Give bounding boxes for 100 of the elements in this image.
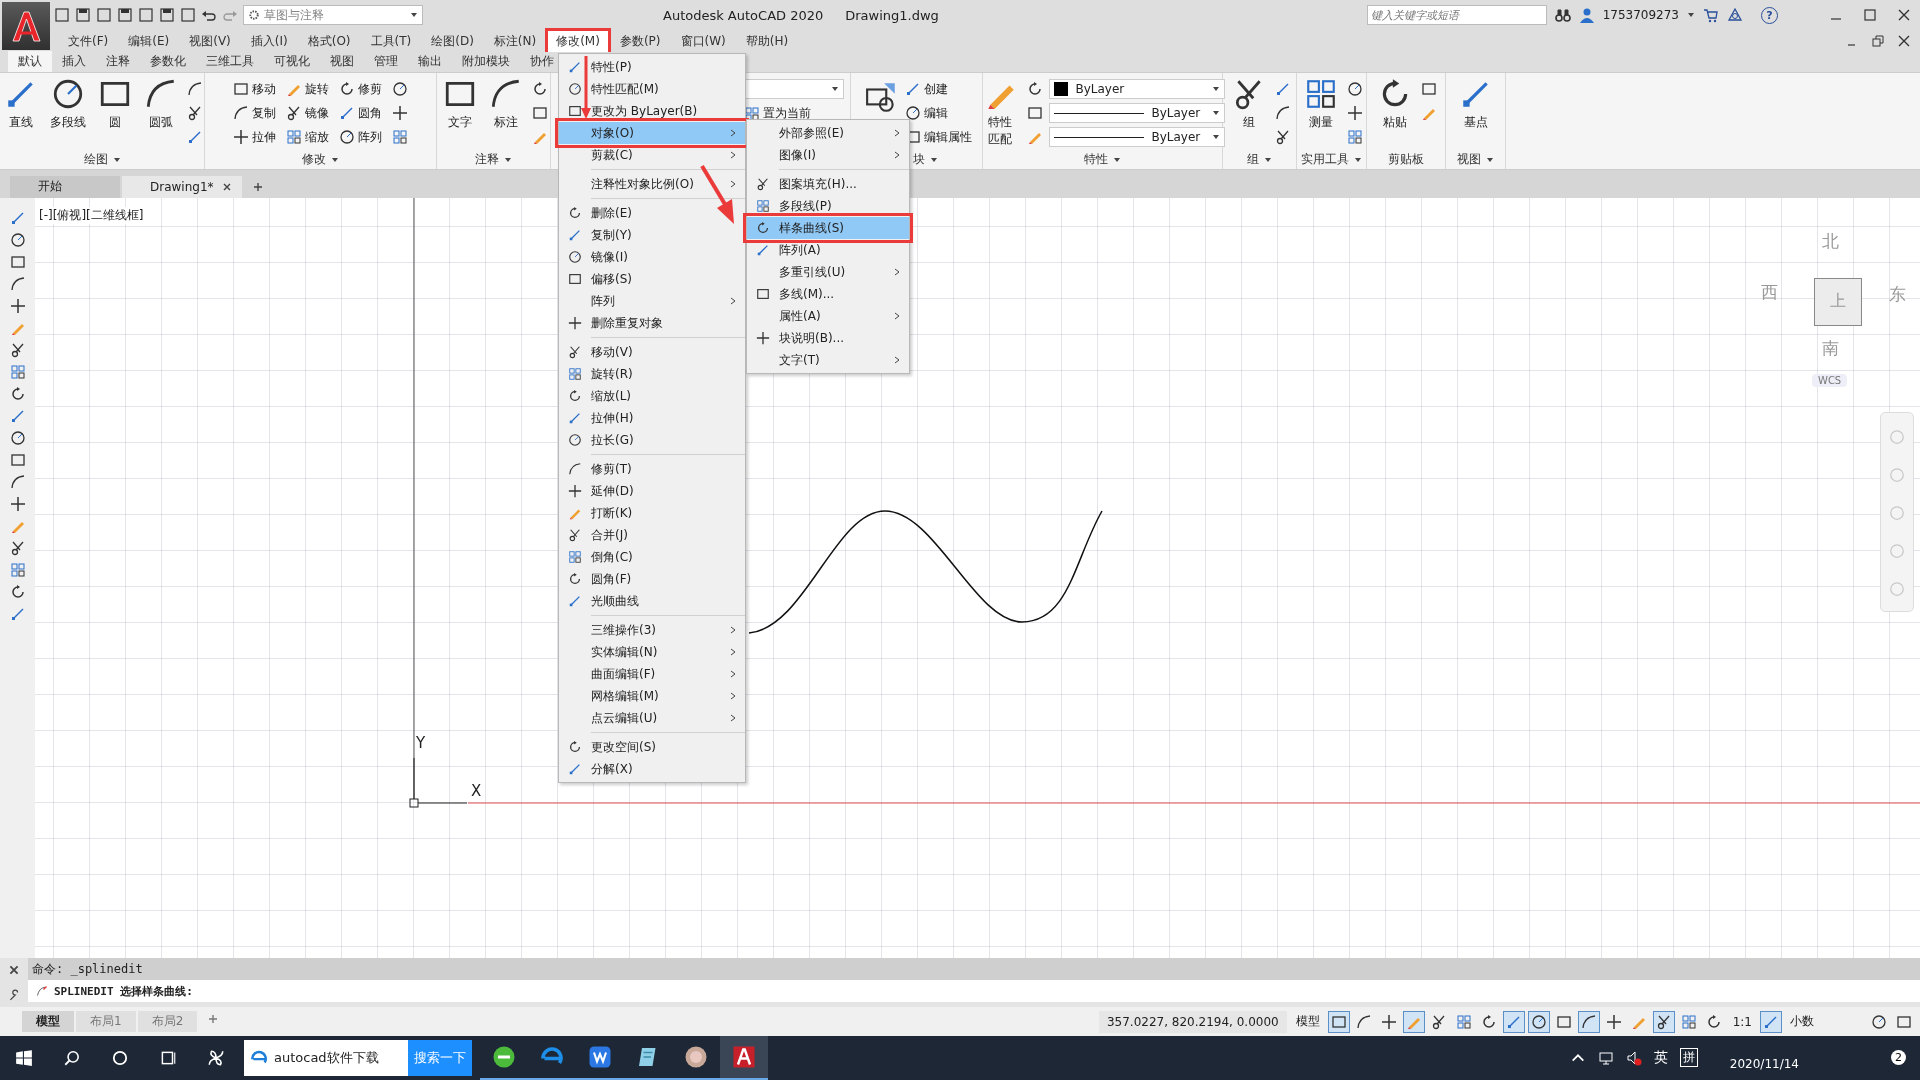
menu-entry[interactable]: 删除重复对象 bbox=[559, 312, 745, 334]
menu-entry[interactable]: 旋转(R) bbox=[559, 363, 745, 385]
menu-item[interactable]: 标注(N) bbox=[485, 30, 545, 52]
ribbon-tab[interactable]: 插入 bbox=[52, 51, 96, 72]
menu-entry[interactable]: 多重引线(U) bbox=[747, 261, 909, 283]
menu-entry[interactable]: 倒角(C) bbox=[559, 546, 745, 568]
menu-entry[interactable]: 特性匹配(M) bbox=[559, 78, 745, 100]
menu-entry[interactable]: 文字(T) bbox=[747, 349, 909, 371]
ribbon-button[interactable]: 拉伸 bbox=[233, 125, 276, 150]
ribbon-button[interactable]: 阵列 bbox=[339, 125, 382, 150]
ribbon-button[interactable]: 镜像 bbox=[286, 101, 329, 126]
input-mode[interactable]: 拼 bbox=[1679, 1048, 1698, 1068]
menu-entry[interactable]: 多段线(P) bbox=[747, 195, 909, 217]
menu-item[interactable]: 编辑(E) bbox=[120, 30, 178, 52]
model-space-button[interactable]: 模型 bbox=[1291, 1013, 1324, 1030]
menu-entry[interactable]: 更改为 ByLayer(B) bbox=[559, 100, 745, 122]
menu-entry[interactable]: 圆角(F) bbox=[559, 568, 745, 590]
menu-entry[interactable]: 块说明(B)... bbox=[747, 327, 909, 349]
menu-entry[interactable]: 光顺曲线 bbox=[559, 590, 745, 612]
ribbon-button[interactable]: 圆弧 bbox=[141, 77, 181, 150]
menu-item[interactable]: 窗口(W) bbox=[672, 30, 734, 52]
menu-item[interactable]: 帮助(H) bbox=[737, 30, 797, 52]
layout-tab[interactable]: 模型 bbox=[22, 1011, 74, 1032]
menu-item[interactable]: 插入(I) bbox=[242, 30, 296, 52]
menu-entry[interactable]: 镜像(I) bbox=[559, 246, 745, 268]
menu-entry[interactable]: 复制(Y) bbox=[559, 224, 745, 246]
menu-entry[interactable]: 网格编辑(M) bbox=[559, 685, 745, 707]
ribbon-tab[interactable]: 注释 bbox=[96, 51, 140, 72]
ribbon-button[interactable]: 特性匹配 bbox=[980, 77, 1021, 150]
coordinates-readout[interactable]: 357.0227, 820.2194, 0.0000 bbox=[1098, 1010, 1287, 1033]
menu-entry[interactable]: 阵列 bbox=[559, 290, 745, 312]
user-name[interactable]: 1753709273 bbox=[1602, 8, 1679, 22]
menu-entry[interactable]: 拉伸(H) bbox=[559, 407, 745, 429]
menu-entry[interactable]: 移动(V) bbox=[559, 341, 745, 363]
menu-entry[interactable]: 删除(E) bbox=[559, 202, 745, 224]
ribbon-button[interactable]: 修剪 bbox=[339, 77, 382, 102]
ribbon-tab[interactable]: 可视化 bbox=[264, 51, 320, 72]
ribbon-button[interactable]: 基点 bbox=[1455, 77, 1496, 150]
panel-title[interactable]: 剪贴板 bbox=[1388, 151, 1424, 169]
layout-tab[interactable]: 布局2 bbox=[137, 1011, 198, 1032]
menu-entry[interactable]: 点云编辑(U) bbox=[559, 707, 745, 729]
menu-item[interactable]: 绘图(D) bbox=[423, 30, 482, 52]
ribbon-button[interactable]: 标注 bbox=[485, 77, 526, 150]
menu-entry[interactable]: 实体编辑(N) bbox=[559, 641, 745, 663]
ribbon-button[interactable]: 旋转 bbox=[286, 77, 329, 102]
menu-entry[interactable]: 打断(K) bbox=[559, 502, 745, 524]
menu-entry[interactable]: 分解(X) bbox=[559, 758, 745, 780]
menu-entry[interactable]: 拉长(G) bbox=[559, 429, 745, 451]
menu-entry[interactable]: 修剪(T) bbox=[559, 458, 745, 480]
property-dropdown[interactable]: ByLayer bbox=[1048, 127, 1225, 148]
ribbon-button[interactable]: 移动 bbox=[233, 77, 276, 102]
property-dropdown[interactable]: ByLayer bbox=[1048, 103, 1225, 124]
menu-entry[interactable]: 曲面编辑(F) bbox=[559, 663, 745, 685]
ribbon-tab[interactable]: 管理 bbox=[364, 51, 408, 72]
panel-title[interactable]: 块 bbox=[913, 151, 925, 169]
ribbon-tab[interactable]: 三维工具 bbox=[196, 51, 264, 72]
menu-entry[interactable]: 阵列(A) bbox=[747, 239, 909, 261]
menu-entry[interactable]: 偏移(S) bbox=[559, 268, 745, 290]
menu-entry[interactable]: 缩放(L) bbox=[559, 385, 745, 407]
ribbon-button[interactable]: 圆 bbox=[95, 77, 135, 150]
clock-date[interactable]: 2020/11/14 bbox=[1729, 1057, 1799, 1071]
workspace-dropdown[interactable]: 草图与注释 bbox=[243, 5, 423, 25]
ribbon-button[interactable]: 组 bbox=[1228, 77, 1269, 150]
property-dropdown[interactable]: ByLayer bbox=[1048, 79, 1225, 100]
menu-item[interactable]: 修改(M) bbox=[548, 30, 608, 52]
ribbon-button[interactable]: 多段线 bbox=[47, 77, 89, 150]
ribbon-button[interactable]: 创建 bbox=[905, 77, 972, 102]
web-search-field[interactable]: autocad软件下载 bbox=[244, 1040, 408, 1076]
annotation-scale[interactable]: 1:1 bbox=[1728, 1014, 1756, 1029]
menu-entry[interactable]: 合并(J) bbox=[559, 524, 745, 546]
menu-entry[interactable]: 延伸(D) bbox=[559, 480, 745, 502]
ribbon-tab[interactable]: 附加模块 bbox=[452, 51, 520, 72]
menu-entry[interactable]: 图像(I) bbox=[747, 144, 909, 166]
panel-title[interactable]: 组 bbox=[1247, 151, 1259, 169]
panel-title[interactable]: 视图 bbox=[1457, 151, 1481, 169]
document-tab[interactable]: Drawing1* bbox=[122, 175, 242, 198]
menu-item[interactable]: 视图(V) bbox=[181, 30, 239, 52]
ribbon-button[interactable]: 直线 bbox=[1, 77, 41, 150]
menu-entry[interactable]: 更改空间(S) bbox=[559, 736, 745, 758]
document-tab[interactable]: 开始 bbox=[10, 175, 120, 198]
command-input[interactable]: SPLINEDIT 选择样条曲线: bbox=[28, 980, 1920, 1003]
menu-item[interactable]: 工具(T) bbox=[362, 30, 420, 52]
ribbon-button[interactable]: 测量 bbox=[1300, 77, 1341, 150]
menu-entry[interactable]: 图案填充(H)... bbox=[747, 173, 909, 195]
ribbon-button[interactable]: 圆角 bbox=[339, 101, 382, 126]
menu-entry[interactable]: 多线(M)... bbox=[747, 283, 909, 305]
ribbon-tab[interactable]: 默认 bbox=[8, 51, 52, 72]
menu-item[interactable]: 文件(F) bbox=[60, 30, 117, 52]
menu-entry[interactable]: 特性(P) bbox=[559, 56, 745, 78]
menu-item[interactable]: 格式(O) bbox=[299, 30, 359, 52]
panel-title[interactable]: 实用工具 bbox=[1301, 151, 1349, 169]
ribbon-button[interactable]: 粘贴 bbox=[1375, 77, 1415, 150]
units-dropdown[interactable]: 小数 bbox=[1786, 1013, 1864, 1030]
ribbon-button[interactable]: 缩放 bbox=[286, 125, 329, 150]
menu-entry[interactable]: 注释性对象比例(O) bbox=[559, 173, 745, 195]
menu-entry[interactable]: 三维操作(3) bbox=[559, 619, 745, 641]
menu-entry[interactable]: 属性(A) bbox=[747, 305, 909, 327]
search-field[interactable]: 键入关键字或短语 bbox=[1366, 5, 1547, 25]
menu-item[interactable]: 参数(P) bbox=[611, 30, 669, 52]
panel-title[interactable]: 特性 bbox=[1084, 151, 1108, 169]
